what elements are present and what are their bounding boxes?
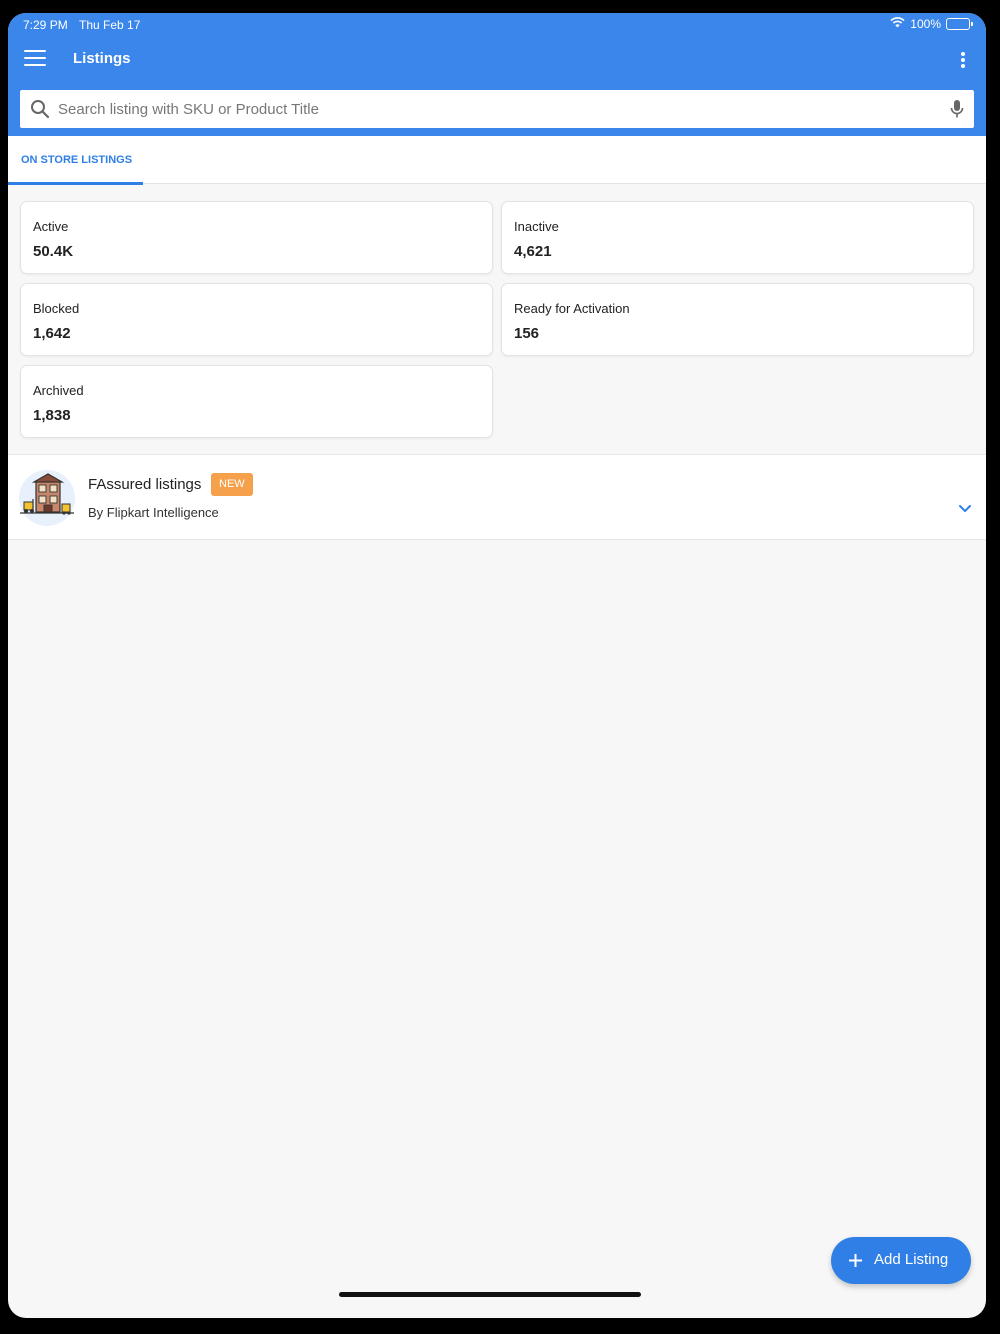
- toolbar: Listings: [8, 37, 986, 83]
- stat-value: 156: [514, 325, 540, 342]
- page-title: Listings: [73, 50, 131, 67]
- hamburger-icon[interactable]: [24, 50, 46, 70]
- fassured-listings-row[interactable]: FAssured listings NEW By Flipkart Intell…: [8, 454, 986, 540]
- battery-percent: 100%: [910, 17, 941, 31]
- tab-bar: ON STORE LISTINGS: [8, 136, 986, 185]
- add-listing-button[interactable]: Add Listing: [831, 1237, 971, 1284]
- app-bar: 7:29 PM Thu Feb 17 100% Listings: [8, 13, 986, 136]
- stat-card-archived[interactable]: Archived 1,838: [20, 365, 493, 438]
- wifi-icon: [890, 17, 905, 31]
- tab-label: ON STORE LISTINGS: [21, 154, 133, 166]
- status-date: Thu Feb 17: [79, 18, 141, 32]
- stat-label: Active: [33, 219, 69, 234]
- stat-card-blocked[interactable]: Blocked 1,642: [20, 283, 493, 356]
- search-bar: [20, 90, 974, 128]
- chevron-down-icon[interactable]: [958, 501, 972, 519]
- status-indicators: 100%: [890, 17, 973, 31]
- stat-value: 50.4K: [33, 243, 74, 260]
- battery-icon: [946, 18, 973, 30]
- stat-label: Archived: [33, 383, 84, 398]
- plus-icon: [848, 1253, 863, 1273]
- more-vertical-icon[interactable]: [958, 50, 968, 70]
- stat-label: Inactive: [514, 219, 559, 234]
- stat-value: 4,621: [514, 243, 552, 260]
- stat-card-inactive[interactable]: Inactive 4,621: [501, 201, 974, 274]
- stat-card-ready-for-activation[interactable]: Ready for Activation 156: [501, 283, 974, 356]
- new-badge: NEW: [211, 473, 253, 496]
- status-time: 7:29 PM: [23, 18, 68, 32]
- stat-card-active[interactable]: Active 50.4K: [20, 201, 493, 274]
- stat-label: Ready for Activation: [514, 301, 630, 316]
- app-screen: 7:29 PM Thu Feb 17 100% Listings Search …: [8, 13, 986, 1318]
- fassured-subtitle: By Flipkart Intelligence: [88, 505, 219, 520]
- home-indicator[interactable]: [339, 1292, 641, 1297]
- mic-icon[interactable]: [950, 99, 964, 124]
- stat-label: Blocked: [33, 301, 80, 316]
- search-icon: [30, 99, 50, 124]
- tab-on-store-listings[interactable]: ON STORE LISTINGS: [8, 136, 143, 185]
- stat-value: 1,642: [33, 325, 71, 342]
- stat-value: 1,838: [33, 407, 71, 424]
- status-bar: 7:29 PM Thu Feb 17 100%: [8, 13, 986, 37]
- warehouse-illustration-icon: [18, 469, 76, 527]
- search-input[interactable]: [58, 90, 918, 128]
- fassured-title: FAssured listings: [88, 476, 202, 493]
- add-listing-label: Add Listing: [874, 1251, 949, 1268]
- tab-indicator: [8, 182, 143, 185]
